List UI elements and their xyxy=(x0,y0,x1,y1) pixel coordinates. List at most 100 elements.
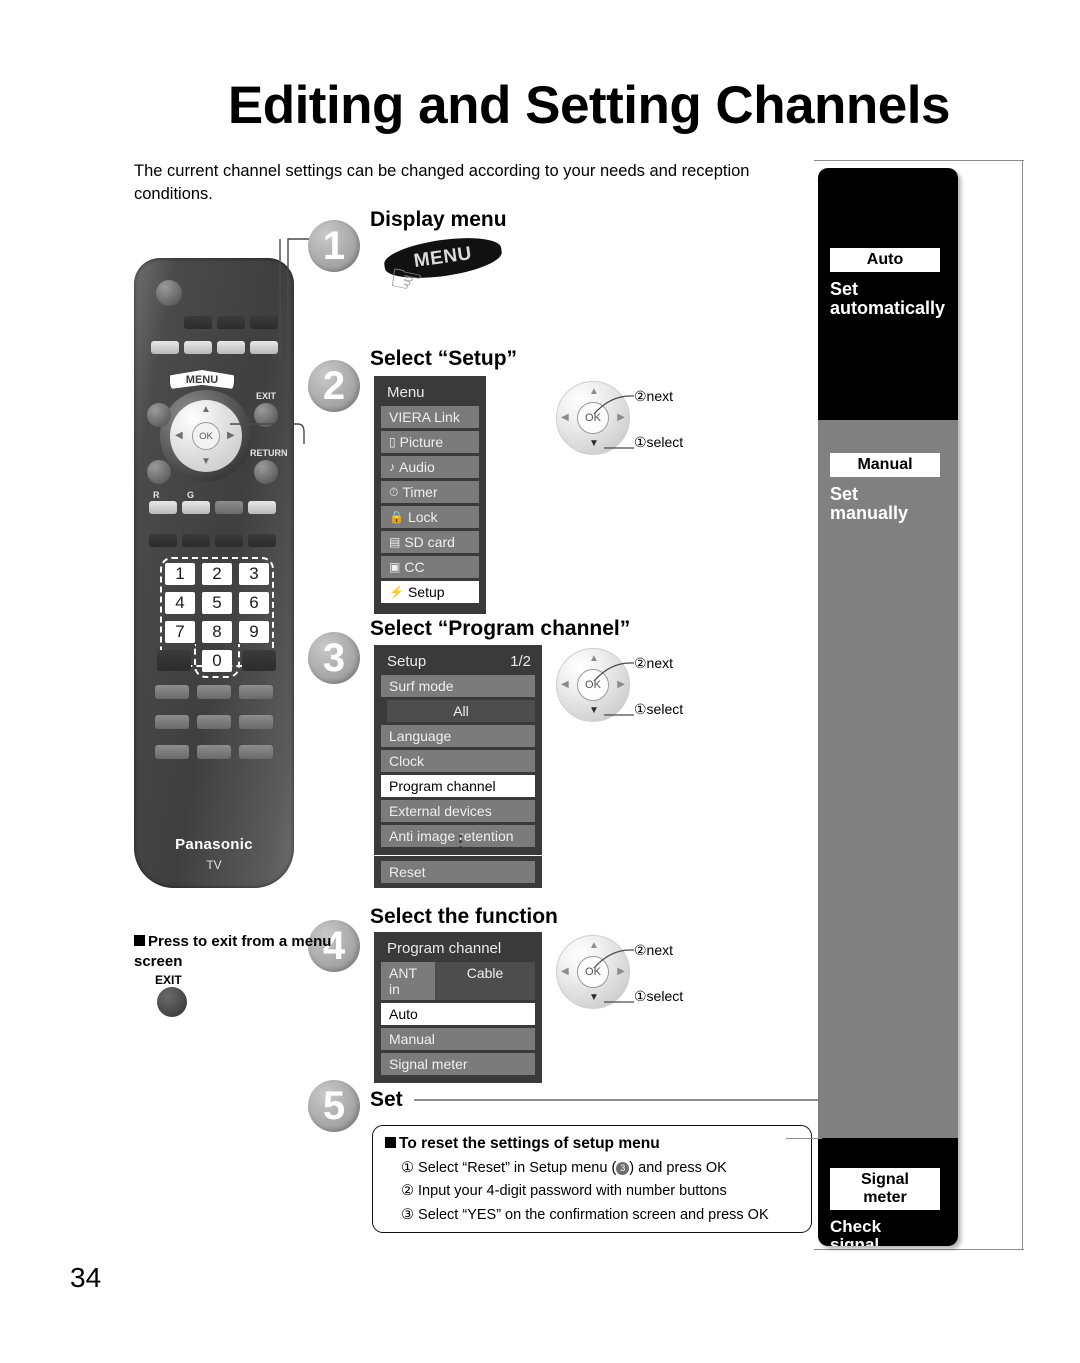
sidebar-tab-desc-manual: Set manually xyxy=(830,484,909,524)
reset-step-2-text: Input your 4-digit password with number … xyxy=(418,1183,727,1200)
program-channel-item-signal-meter[interactable]: Signal meter xyxy=(381,1053,535,1075)
frame-right-rule xyxy=(1022,160,1024,1250)
frame-top-rule xyxy=(814,160,1024,162)
menu-item-viera-link[interactable]: VIERA Link xyxy=(381,406,479,428)
step-heading-5: Set xyxy=(370,1088,403,1111)
sidebar-tab-label-signal-meter: Signal meter xyxy=(830,1168,940,1210)
setup-item-label: Reset xyxy=(389,864,426,880)
menu-item-timer[interactable]: ⏱ Timer xyxy=(381,481,479,503)
remote-button xyxy=(151,341,179,354)
program-channel-ant-in-row[interactable]: ANT in Cable xyxy=(381,962,535,1000)
step-badge-3: 3 xyxy=(308,632,360,684)
menu-item-lock[interactable]: 🔒 Lock xyxy=(381,506,479,528)
intro-paragraph: The current channel settings can be chan… xyxy=(134,162,750,204)
menu-item-label: SD card xyxy=(404,534,455,550)
remote-color-button xyxy=(182,501,210,514)
setup-item-language[interactable]: Language xyxy=(381,725,535,747)
picture-icon: ▯ xyxy=(389,435,396,449)
remote-button xyxy=(248,534,276,547)
setup-item-surf-mode[interactable]: Surf mode xyxy=(381,675,535,697)
nav-callout-select-step4: ①select xyxy=(634,988,684,1004)
setup-item-label: Surf mode xyxy=(389,678,454,694)
menu-item-setup[interactable]: ⚡ Setup xyxy=(381,581,479,603)
nav-callout-next-step2: ②next xyxy=(634,388,674,404)
menu-item-label: VIERA Link xyxy=(389,409,460,425)
setup-panel: Setup 1/2 Surf mode All Language Clock P… xyxy=(374,645,542,855)
remote-button xyxy=(215,534,243,547)
setup-item-label: Program channel xyxy=(389,778,496,794)
remote-button xyxy=(149,534,177,547)
reset-step-2: ② Input your 4-digit password with numbe… xyxy=(401,1180,799,1203)
sidebar-segment-manual[interactable] xyxy=(818,420,958,1138)
program-channel-item-manual[interactable]: Manual xyxy=(381,1028,535,1050)
menu-panel: Menu VIERA Link ▯ Picture ♪ Audio ⏱ Time… xyxy=(374,376,486,614)
reset-step-1: ① Select “Reset” in Setup menu (3) and p… xyxy=(401,1157,799,1180)
step-heading-3: Select “Program channel” xyxy=(370,617,631,640)
menu-item-cc[interactable]: ▣ CC xyxy=(381,556,479,578)
frame-bottom-rule xyxy=(814,1249,1024,1251)
exit-button-icon[interactable] xyxy=(157,987,187,1017)
remote-button xyxy=(197,715,231,729)
remote-button xyxy=(197,685,231,699)
menu-panel-title: Menu xyxy=(381,382,479,406)
ant-in-label: ANT in xyxy=(381,962,435,1000)
setup-panel-title-text: Setup xyxy=(387,653,427,670)
remote-num-9: 9 xyxy=(239,621,269,643)
setup-item-external-devices[interactable]: External devices xyxy=(381,800,535,822)
remote-button xyxy=(239,715,273,729)
setup-item-program-channel[interactable]: Program channel xyxy=(381,775,535,797)
reset-step-1-before: Select “Reset” in Setup menu ( xyxy=(418,1160,617,1176)
manual-page: Editing and Setting Channels The current… xyxy=(0,0,1080,1363)
program-channel-item-label: Signal meter xyxy=(389,1056,468,1072)
setup-item-clock[interactable]: Clock xyxy=(381,750,535,772)
sidebar-tab-desc-signal-meter: Check signal strength xyxy=(830,1217,882,1246)
reset-step-3-num: ③ xyxy=(401,1206,414,1223)
reset-instruction-box: To reset the settings of setup menu ① Se… xyxy=(372,1125,812,1233)
menu-item-picture[interactable]: ▯ Picture xyxy=(381,431,479,453)
setup-item-label: External devices xyxy=(389,803,492,819)
setup-bolt-icon: ⚡ xyxy=(389,585,404,599)
remote-num-8: 8 xyxy=(202,621,232,643)
page-number: 34 xyxy=(70,1262,102,1293)
reset-step-1-num: ① xyxy=(401,1160,414,1176)
menu-item-sd-card[interactable]: ▤ SD card xyxy=(381,531,479,553)
setup-surf-mode-value[interactable]: All xyxy=(387,700,535,722)
remote-num-5: 5 xyxy=(202,592,232,614)
closed-caption-icon: ▣ xyxy=(389,560,401,574)
setup-panel-ellipsis: ⋮ xyxy=(452,832,470,851)
nav-callout-next-step3: ②next xyxy=(634,655,674,671)
remote-red-label: R xyxy=(153,490,160,500)
step5-connector-line xyxy=(414,1099,818,1101)
program-channel-item-auto[interactable]: Auto xyxy=(381,1003,535,1025)
pointing-hand-icon: ☞ xyxy=(384,256,427,305)
program-channel-item-label: Auto xyxy=(389,1006,418,1022)
nav-left-icon[interactable]: ◀ xyxy=(561,967,569,977)
program-channel-title: Program channel xyxy=(381,938,535,962)
remote-color-button xyxy=(149,501,177,514)
exit-note-text: Press to exit from a menu screen xyxy=(134,933,332,970)
sidebar-tab-desc-auto: Set automatically xyxy=(830,279,946,319)
remote-color-button xyxy=(248,501,276,514)
setup-item-reset[interactable]: Reset xyxy=(381,861,535,883)
nav-callout-select-step2: ①select xyxy=(634,434,684,450)
nav-left-icon[interactable]: ◀ xyxy=(561,680,569,690)
callout-line-step2 xyxy=(230,423,305,444)
audio-note-icon: ♪ xyxy=(389,460,395,474)
remote-button xyxy=(182,534,210,547)
bullet-square-icon xyxy=(385,1137,396,1148)
nav-callout-next-step4: ②next xyxy=(634,942,674,958)
step-heading-4: Select the function xyxy=(370,905,558,928)
remote-num-4: 4 xyxy=(165,592,195,614)
ant-in-value[interactable]: Cable xyxy=(435,962,535,1000)
sidebar-tab-strip: Auto Set automatically Manual Set manual… xyxy=(818,168,958,1246)
remote-button xyxy=(157,650,191,671)
menu-item-audio[interactable]: ♪ Audio xyxy=(381,456,479,478)
program-channel-item-label: Manual xyxy=(389,1031,435,1047)
remote-button xyxy=(242,650,276,671)
exit-button-label: EXIT xyxy=(155,973,182,987)
remote-button xyxy=(239,745,273,759)
nav-left-icon[interactable]: ◀ xyxy=(561,413,569,423)
reset-box-heading: To reset the settings of setup menu xyxy=(385,1135,799,1153)
program-channel-title-text: Program channel xyxy=(387,940,502,957)
reset-heading-text: To reset the settings of setup menu xyxy=(399,1135,660,1152)
